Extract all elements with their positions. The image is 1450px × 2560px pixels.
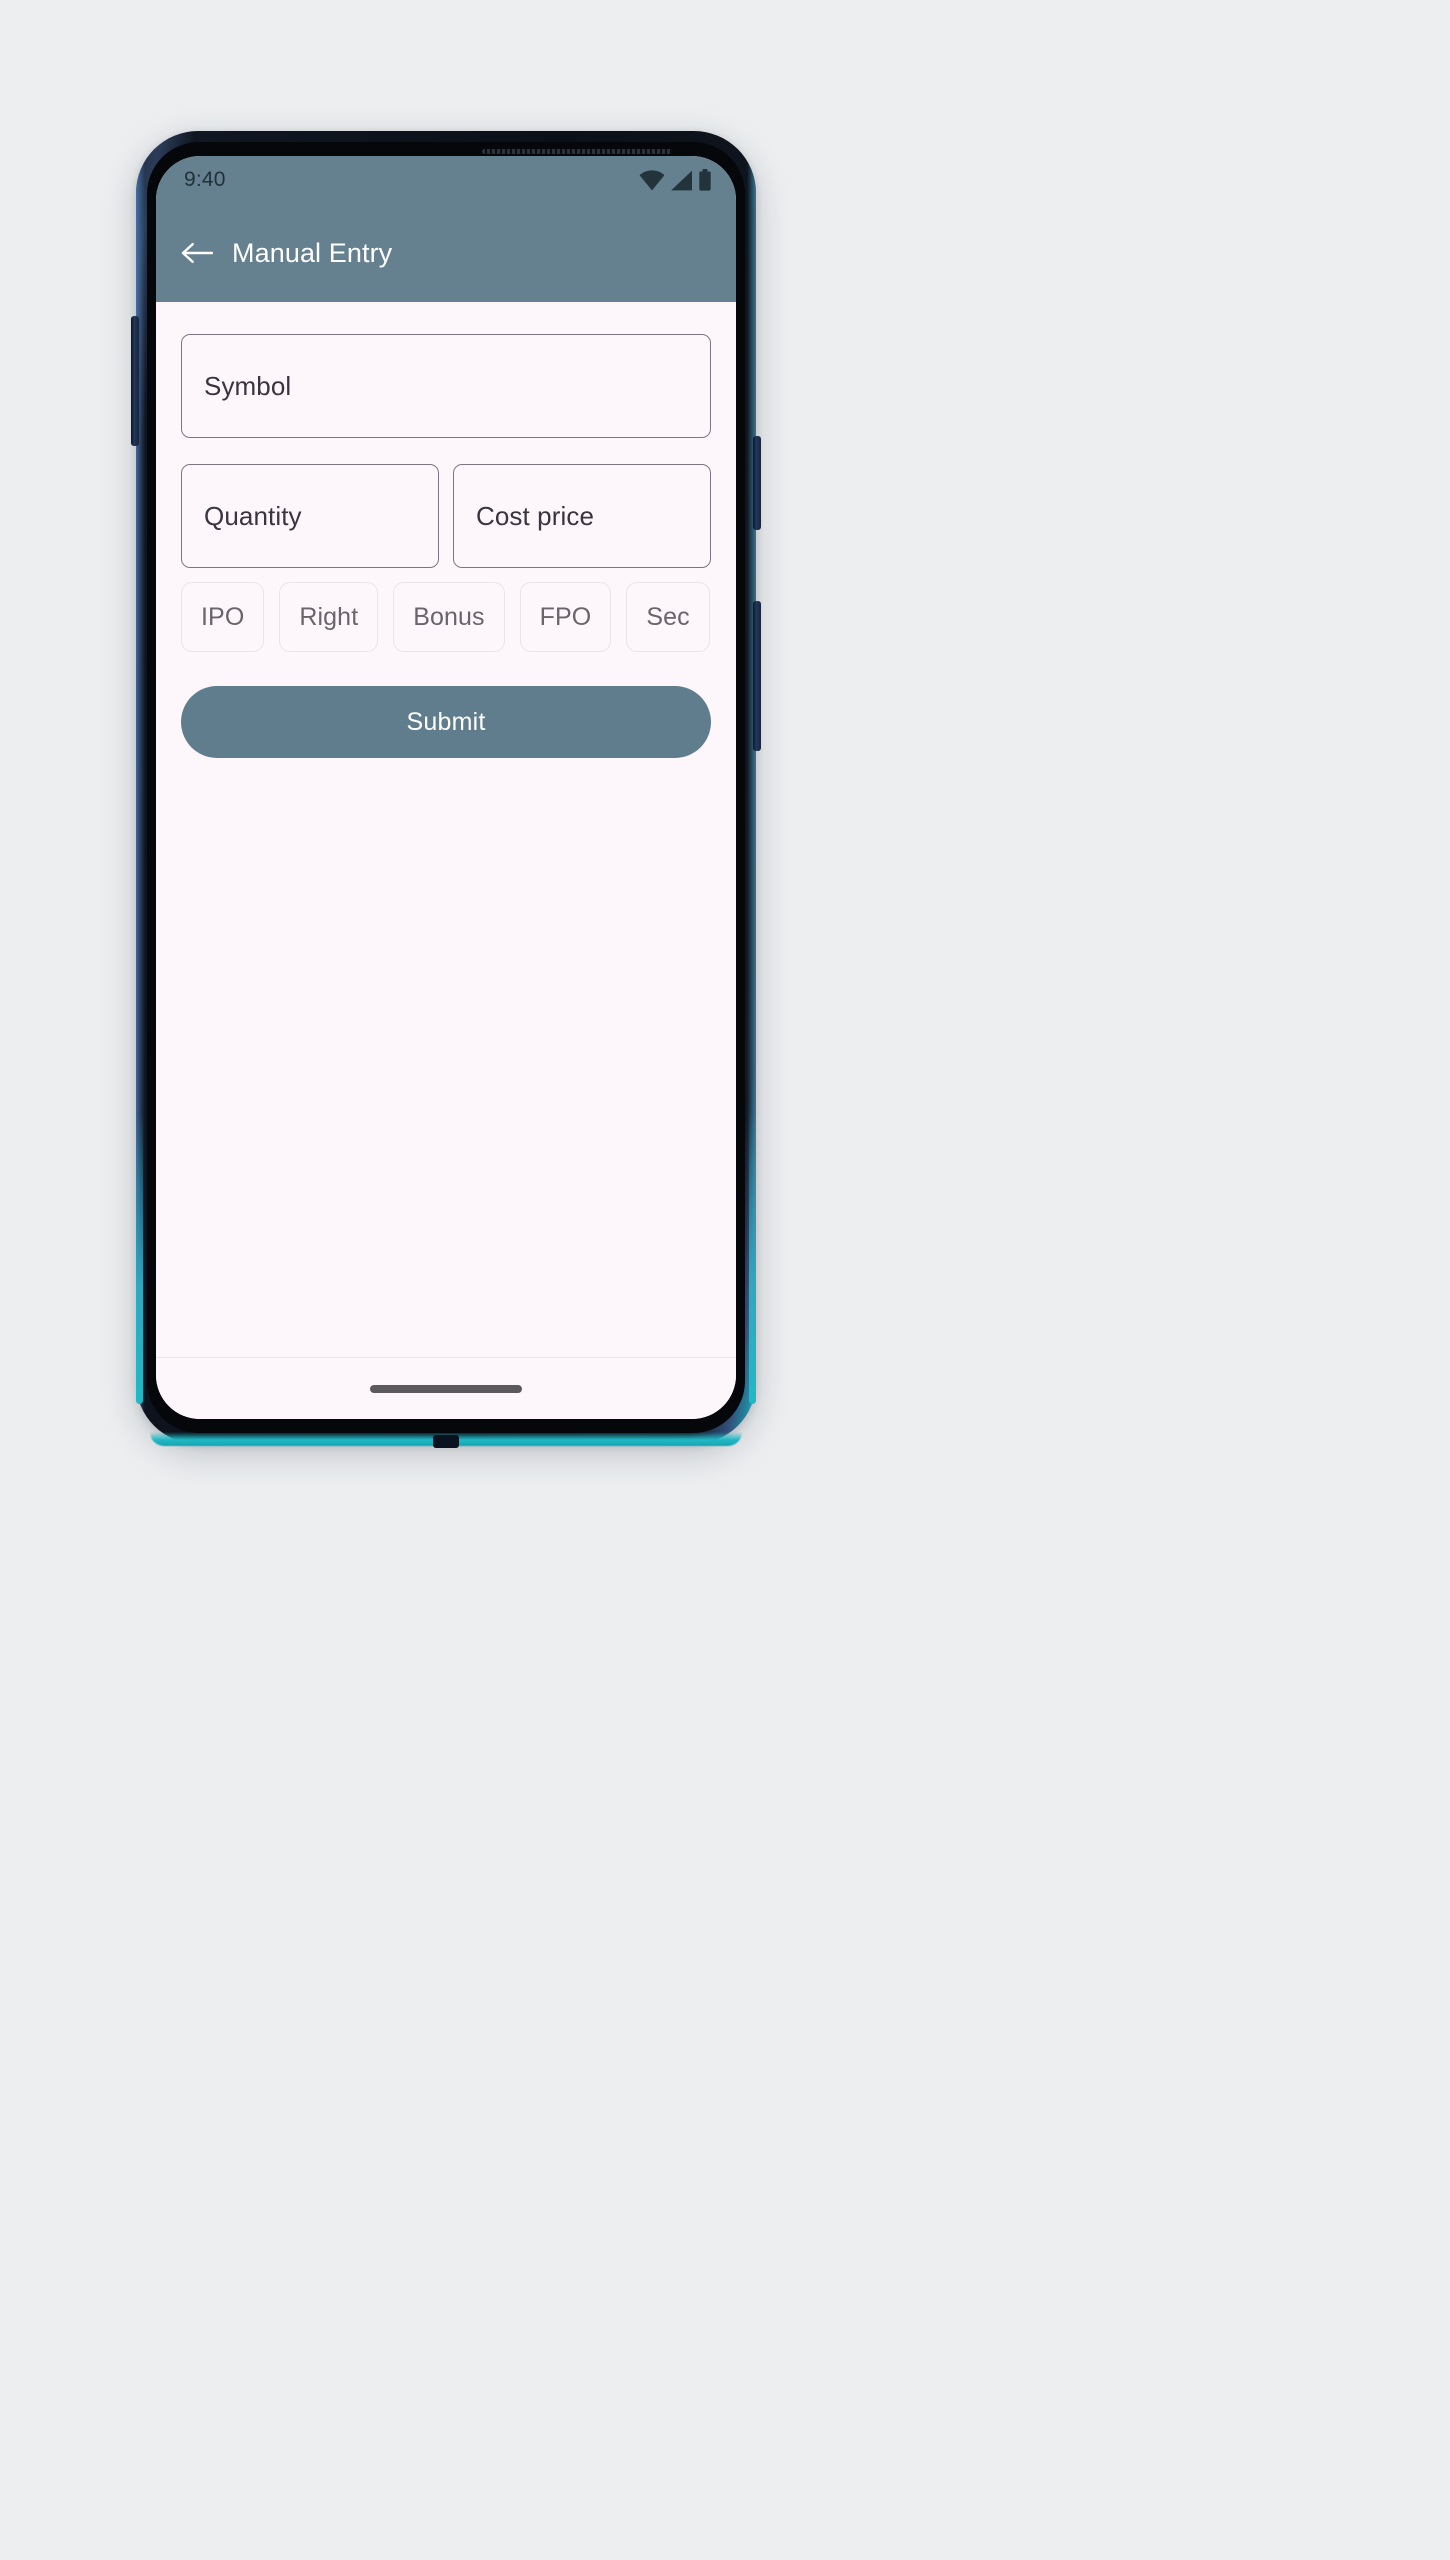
wifi-icon [639,169,665,190]
device-right-edge-accent [749,1114,756,1404]
app-bar: Manual Entry [156,204,736,302]
chip-label: Right [299,602,359,631]
status-bar: 9:40 [156,156,736,204]
chip-ipo[interactable]: IPO [181,582,265,652]
cellular-signal-icon [671,170,692,190]
chip-bonus[interactable]: Bonus [393,582,505,652]
quantity-cost-row: Quantity Cost price [181,464,711,568]
submit-button-label: Submit [406,707,486,736]
symbol-placeholder: Symbol [204,370,292,401]
transaction-type-chips: IPO Right Bonus FPO Sec [181,582,711,652]
battery-icon [699,169,711,191]
screenshot-scene: 9:40 Manual Entry Symbol Quantity Cost p… [0,0,1450,2560]
cost-price-input[interactable]: Cost price [453,464,711,568]
cost-price-placeholder: Cost price [476,500,595,531]
quantity-input[interactable]: Quantity [181,464,439,568]
chip-label: Bonus [413,602,485,631]
chip-right[interactable]: Right [279,582,379,652]
earpiece-speaker-grille [481,149,672,154]
volume-rocker-button[interactable] [753,601,761,751]
phone-screen: 9:40 Manual Entry Symbol Quantity Cost p… [156,156,736,1419]
home-indicator[interactable] [370,1384,522,1393]
chip-sec[interactable]: Sec [626,582,710,652]
status-bar-icons [639,169,712,191]
left-side-button[interactable] [131,316,139,446]
back-arrow-icon[interactable] [180,236,214,270]
form-content: Symbol Quantity Cost price IPO Right Bon… [156,302,736,1357]
status-bar-clock: 9:40 [184,168,226,191]
device-left-edge-accent [136,1114,143,1404]
chip-fpo[interactable]: FPO [519,582,612,652]
phone-device-frame: 9:40 Manual Entry Symbol Quantity Cost p… [131,131,761,1448]
page-title: Manual Entry [232,237,393,268]
phone-bezel: 9:40 Manual Entry Symbol Quantity Cost p… [147,142,745,1433]
symbol-input[interactable]: Symbol [181,334,711,438]
chip-label: Sec [646,602,690,631]
submit-button[interactable]: Submit [181,686,711,758]
chip-label: IPO [201,602,245,631]
quantity-placeholder: Quantity [204,500,302,531]
usb-port-notch [433,1435,459,1448]
power-button[interactable] [753,436,761,530]
chip-label: FPO [539,602,592,631]
gesture-navigation-bar [156,1357,736,1419]
